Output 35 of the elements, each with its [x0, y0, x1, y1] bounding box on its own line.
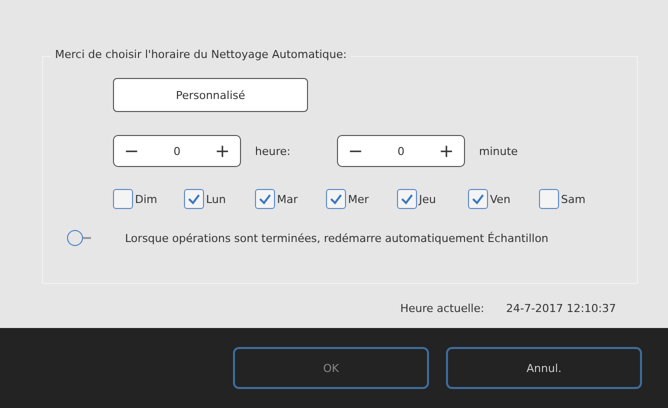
- day-label: Jeu: [419, 192, 436, 206]
- decrement-button[interactable]: −: [124, 140, 140, 162]
- day-label: Sam: [561, 192, 586, 206]
- decrement-button[interactable]: −: [348, 140, 364, 162]
- day-label: Ven: [490, 192, 510, 206]
- day-label: Lun: [206, 192, 226, 206]
- checkbox[interactable]: [539, 189, 559, 209]
- restart-label: Lorsque opérations sont terminées, redémarre automatiquement Échantillon: [125, 232, 548, 244]
- day-label: Dim: [135, 192, 158, 206]
- time-label: Heure actuelle:: [400, 302, 484, 315]
- check-icon: [471, 193, 485, 205]
- checkbox[interactable]: [255, 189, 275, 209]
- dialog-button[interactable]: Annul.: [446, 347, 642, 389]
- increment-button[interactable]: +: [438, 140, 454, 162]
- spinner-value: 0: [174, 144, 180, 158]
- check-icon: [400, 193, 414, 205]
- spinner-value: 0: [398, 144, 404, 158]
- time-value: 24-7-2017 12:10:37: [506, 302, 616, 315]
- checkbox[interactable]: [184, 189, 204, 209]
- unit-label: minute: [479, 144, 519, 158]
- number-spinner[interactable]: − 0 +: [337, 135, 465, 167]
- check-icon: [329, 193, 343, 205]
- mode-button[interactable]: Personnalisé: [113, 78, 308, 112]
- increment-button[interactable]: +: [214, 140, 230, 162]
- day-label: Mer: [348, 192, 369, 206]
- panel-legend: Merci de choisir l'horaire du Nettoyage Automatique:: [51, 48, 351, 61]
- day-label: Mar: [277, 192, 298, 206]
- checkbox[interactable]: [397, 189, 417, 209]
- number-spinner[interactable]: − 0 +: [113, 135, 241, 167]
- check-icon: [187, 193, 201, 205]
- checkbox[interactable]: [326, 189, 346, 209]
- checkbox[interactable]: [468, 189, 488, 209]
- checkbox[interactable]: [113, 189, 133, 209]
- check-icon: [258, 193, 272, 205]
- unit-label: heure:: [255, 144, 292, 158]
